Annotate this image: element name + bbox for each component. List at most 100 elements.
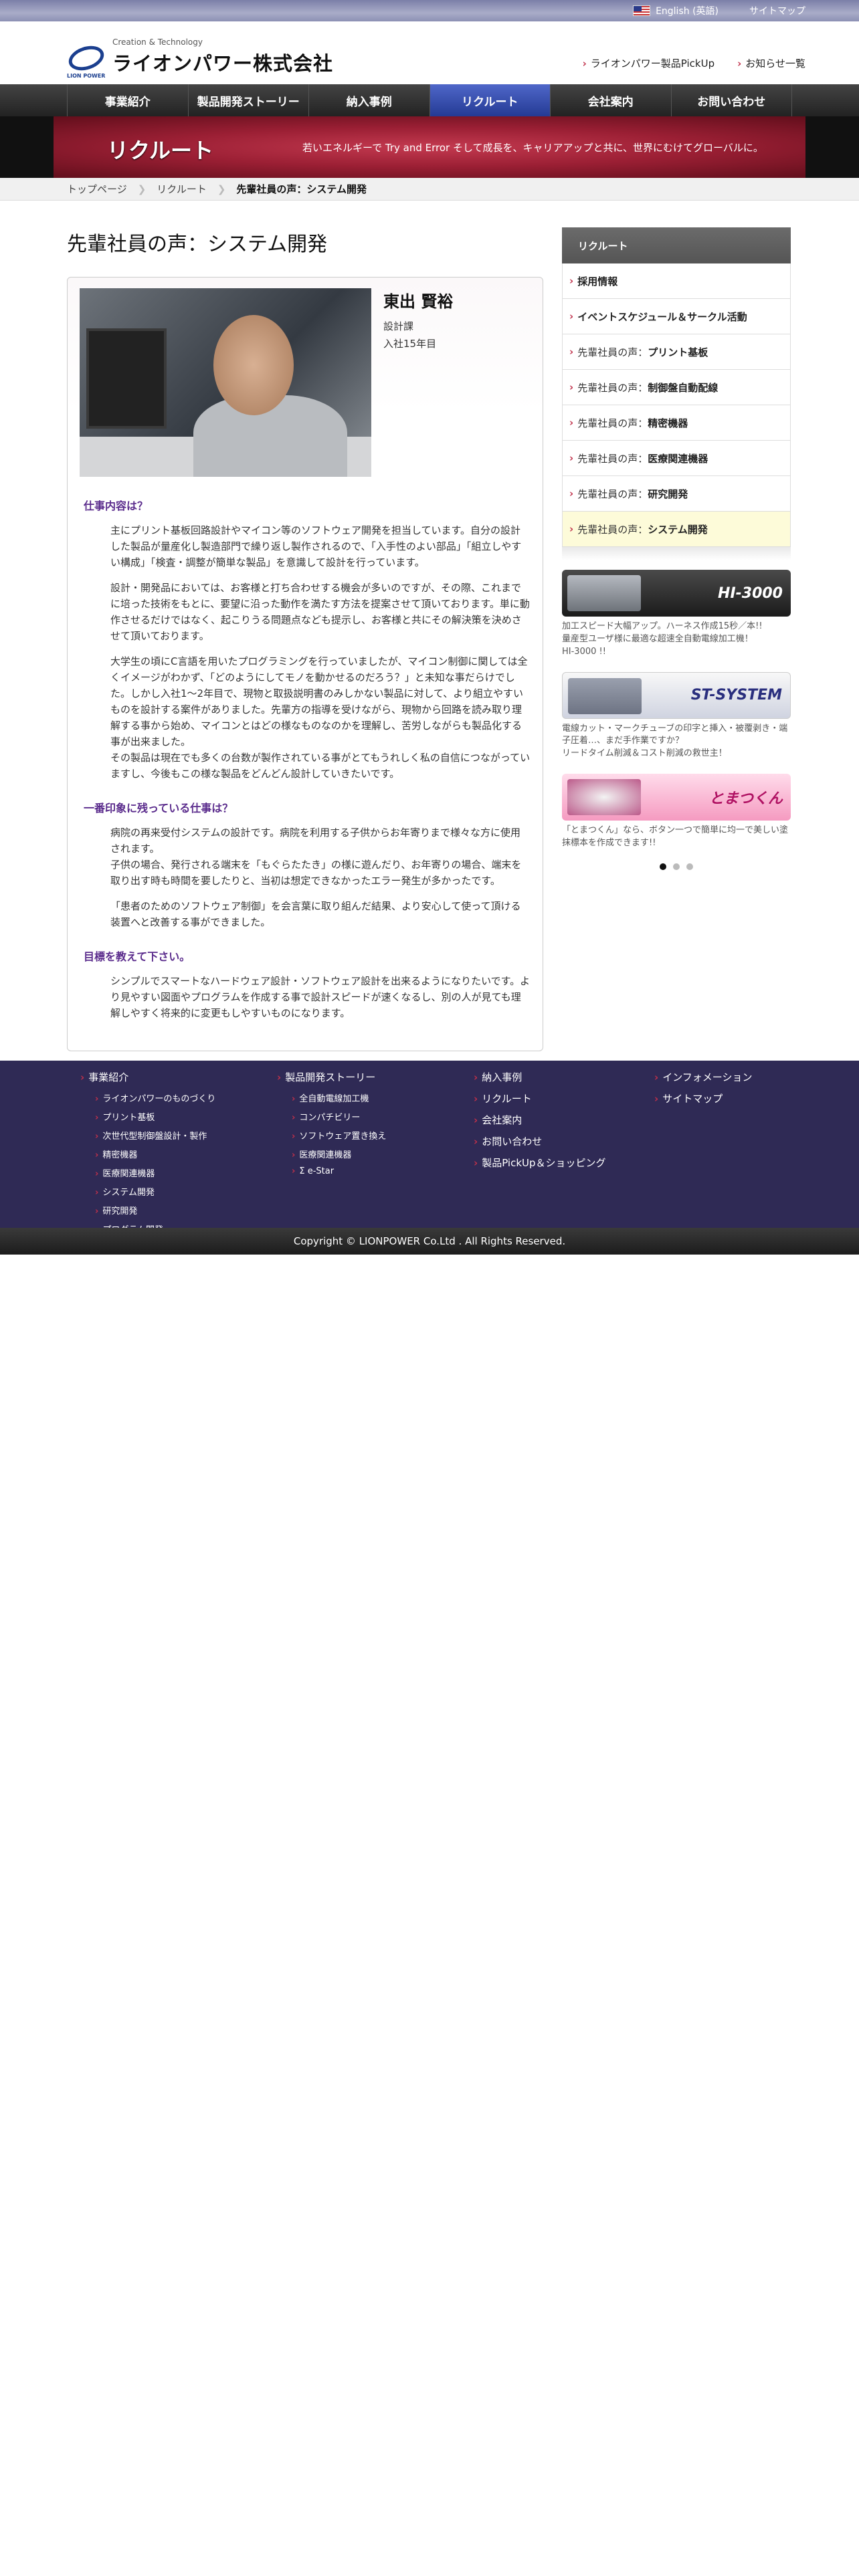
profile: 東出 賢裕 設計課 入社15年目 bbox=[80, 288, 531, 477]
nav-cases[interactable]: 納入事例 bbox=[308, 84, 430, 116]
ad-text: 電線カット・マークチューブの印字と挿入・被覆剥き・端子圧着…、まだ手作業ですか？… bbox=[562, 723, 788, 759]
sitemap-link[interactable]: サイトマップ bbox=[749, 4, 805, 17]
sidebar-item-events[interactable]: イベントスケジュール＆サークル活動 bbox=[562, 299, 791, 334]
top-utility-bar: English (英語) サイトマップ bbox=[0, 0, 859, 21]
ad-banner[interactable]: HI-3000 bbox=[562, 570, 791, 617]
breadcrumb: トップページ ❯ リクルート ❯ 先輩社員の声：システム開発 bbox=[0, 178, 859, 201]
sidebar-item-label: 採用情報 bbox=[577, 275, 618, 288]
sidebar-item-voice-pcb[interactable]: 先輩社員の声：プリント基板 bbox=[562, 334, 791, 370]
sidebar-item-voice-research[interactable]: 先輩社員の声：研究開発 bbox=[562, 476, 791, 512]
page-banner: リクルート 若いエネルギーで Try and Error そして成長を、キャリア… bbox=[0, 116, 859, 178]
english-label: English (英語) bbox=[656, 6, 719, 17]
ad-title: HI-3000 bbox=[718, 584, 783, 602]
ad-tomatsukun[interactable]: とまつくん 「とまつくん」なら、ボタン一つで簡単に均一で美しい塗抹標本を作成でき… bbox=[562, 774, 791, 850]
footer-sublink[interactable]: 医療関連機器 bbox=[292, 1148, 474, 1160]
footer-sublink[interactable]: コンパチビリー bbox=[292, 1110, 474, 1123]
nav-contact[interactable]: お問い合わせ bbox=[670, 84, 792, 116]
nav-company[interactable]: 会社案内 bbox=[550, 84, 671, 116]
sidebar-item-label: システム開発 bbox=[648, 523, 708, 536]
footer-col-misc: 納入事例 リクルート 会社案内 お問い合わせ 製品PickUp＆ショッピング bbox=[474, 1070, 654, 1241]
footer-sublink[interactable]: ライオンパワーのものづくり bbox=[95, 1091, 277, 1104]
site-footer: 事業紹介 ライオンパワーのものづくり プリント基板 次世代型制御盤設計・製作 精… bbox=[0, 1061, 859, 1235]
sidebar-item-voice-wiring[interactable]: 先輩社員の声：制御盤自動配線 bbox=[562, 370, 791, 405]
nav-recruit[interactable]: リクルート bbox=[429, 84, 550, 116]
footer-col-business: 事業紹介 ライオンパワーのものづくり プリント基板 次世代型制御盤設計・製作 精… bbox=[80, 1070, 277, 1241]
banner-subtitle: 若いエネルギーで Try and Error そして成長を、キャリアアップと共に… bbox=[302, 142, 763, 154]
carousel-dots bbox=[562, 863, 791, 870]
carousel-dot[interactable] bbox=[660, 863, 666, 870]
footer-sublink[interactable]: 精密機器 bbox=[95, 1148, 277, 1160]
employee-name: 東出 賢裕 bbox=[383, 292, 454, 311]
ad-hi3000[interactable]: HI-3000 加工スピード大幅アップ。ハーネス作成15秒／本!! 量産型ユーザ… bbox=[562, 570, 791, 659]
news-link[interactable]: お知らせ一覧 bbox=[737, 56, 805, 70]
carousel-dot[interactable] bbox=[686, 863, 693, 870]
footer-sublink[interactable]: ソフトウェア置き換え bbox=[292, 1129, 474, 1142]
sidebar-item-voice-medical[interactable]: 先輩社員の声：医療関連機器 bbox=[562, 441, 791, 476]
company-name: ライオンパワー株式会社 bbox=[112, 52, 334, 75]
sidebar-item-label: 制御盤自動配線 bbox=[648, 381, 719, 394]
section-goal: 目標を教えて下さい。 シンプルでスマートなハードウェア設計・ソフトウェア設計を出… bbox=[80, 948, 531, 1021]
footer-link[interactable]: 製品開発ストーリー bbox=[277, 1070, 474, 1084]
footer-link[interactable]: 納入事例 bbox=[474, 1070, 654, 1084]
ad-text: 「とまつくん」なら、ボタン一つで簡単に均一で美しい塗抹標本を作成できます!! bbox=[562, 825, 789, 848]
employee-dept: 設計課 bbox=[383, 320, 414, 332]
banner-title: リクルート bbox=[107, 138, 214, 163]
footer-sublink[interactable]: 全自動電線加工機 bbox=[292, 1091, 474, 1104]
page-title: 先輩社員の声：システム開発 bbox=[67, 233, 328, 256]
logo-tagline: Creation & Technology bbox=[112, 37, 203, 47]
section-job: 仕事内容は？ 主にプリント基板回路設計やマイコン等のソフトウェア開発を担当してい… bbox=[80, 497, 531, 782]
interview-card: 東出 賢裕 設計課 入社15年目 仕事内容は？ 主にプリント基板回路設計やマイコ… bbox=[67, 277, 543, 1051]
ad-st-system[interactable]: ST-SYSTEM 電線カット・マークチューブの印字と挿入・被覆剥き・端子圧着…… bbox=[562, 671, 791, 761]
sidebar: リクルート 採用情報 イベントスケジュール＆サークル活動 先輩社員の声：プリント… bbox=[562, 227, 791, 870]
footer-sublink[interactable]: 医療関連機器 bbox=[95, 1166, 277, 1179]
company-logo[interactable]: LION POWER Creation & Technology ライオンパワー… bbox=[66, 37, 334, 79]
english-link[interactable]: English (英語) bbox=[633, 4, 719, 17]
logo-sub: LION POWER bbox=[67, 73, 106, 79]
footer-link[interactable]: インフォメーション bbox=[654, 1070, 851, 1084]
section-paragraph: 大学生の頃にC言語を用いたプログラミングを行っていましたが、マイコン制御に関して… bbox=[110, 655, 531, 780]
section-paragraph: 病院の再来受付システムの設計です。病院を利用する子供からお年寄りまで様々な方に使… bbox=[110, 827, 522, 887]
uk-flag-icon bbox=[633, 5, 651, 16]
footer-sublink[interactable]: プリント基板 bbox=[95, 1110, 277, 1123]
breadcrumb-home[interactable]: トップページ bbox=[67, 182, 127, 196]
breadcrumb-current: 先輩社員の声：システム開発 bbox=[236, 183, 367, 195]
lion-power-logo-icon: LION POWER bbox=[66, 41, 107, 79]
sidebar-item-label: 研究開発 bbox=[648, 488, 688, 500]
header-links: ライオンパワー製品PickUp お知らせ一覧 bbox=[583, 56, 805, 70]
employee-years: 入社15年目 bbox=[383, 337, 437, 350]
main-content: 先輩社員の声：システム開発 東出 賢裕 設計課 入社15年目 仕事内容は？ 主に… bbox=[67, 227, 543, 1051]
global-nav: 事業紹介 製品開発ストーリー 納入事例 リクルート 会社案内 お問い合わせ bbox=[0, 84, 859, 116]
footer-sublink[interactable]: 次世代型制御盤設計・製作 bbox=[95, 1129, 277, 1142]
sidebar-item-recruit-info[interactable]: 採用情報 bbox=[562, 263, 791, 299]
sidebar-item-label: 医療関連機器 bbox=[648, 452, 708, 465]
footer-link[interactable]: サイトマップ bbox=[654, 1091, 851, 1105]
nav-business[interactable]: 事業紹介 bbox=[67, 84, 188, 116]
nav-story[interactable]: 製品開発ストーリー bbox=[187, 84, 309, 116]
footer-col-info: インフォメーション サイトマップ bbox=[654, 1070, 851, 1241]
footer-link[interactable]: 会社案内 bbox=[474, 1113, 654, 1127]
pickup-link[interactable]: ライオンパワー製品PickUp bbox=[583, 56, 714, 70]
carousel-dot[interactable] bbox=[673, 863, 680, 870]
footer-link[interactable]: 事業紹介 bbox=[80, 1070, 277, 1084]
sidebar-item-voice-system[interactable]: 先輩社員の声：システム開発 bbox=[562, 512, 791, 547]
employee-photo bbox=[80, 288, 371, 477]
footer-col-story: 製品開発ストーリー 全自動電線加工機 コンパチビリー ソフトウェア置き換え 医療… bbox=[277, 1070, 474, 1241]
sidebar-item-label: 精密機器 bbox=[648, 417, 688, 429]
breadcrumb-separator-icon: ❯ bbox=[137, 183, 147, 195]
footer-link[interactable]: 製品PickUp＆ショッピング bbox=[474, 1156, 654, 1170]
section-paragraph: 「患者のためのソフトウェア制御」を会言葉に取り組んだ結果、より安心して使って頂け… bbox=[110, 900, 521, 928]
footer-sublink[interactable]: Σ e-Star bbox=[292, 1166, 474, 1176]
sidebar-item-label: プリント基板 bbox=[648, 346, 708, 358]
footer-sublink[interactable]: システム開発 bbox=[95, 1185, 277, 1198]
copyright: Copyright © LIONPOWER Co.Ltd . All Right… bbox=[0, 1228, 859, 1255]
section-paragraph: シンプルでスマートなハードウェア設計・ソフトウェア設計を出来るようになりたいです… bbox=[110, 975, 531, 1019]
footer-link[interactable]: リクルート bbox=[474, 1091, 654, 1105]
section-heading: 目標を教えて下さい。 bbox=[84, 950, 191, 963]
section-paragraph: 設計・開発品においては、お客様と打ち合わせする機会が多いのですが、その際、これま… bbox=[110, 582, 530, 642]
footer-sublink[interactable]: 研究開発 bbox=[95, 1204, 277, 1216]
breadcrumb-recruit[interactable]: リクルート bbox=[157, 182, 207, 196]
sidebar-item-voice-precision[interactable]: 先輩社員の声：精密機器 bbox=[562, 405, 791, 441]
ad-banner[interactable]: とまつくん bbox=[562, 774, 791, 821]
ad-banner[interactable]: ST-SYSTEM bbox=[562, 671, 791, 719]
footer-link[interactable]: お問い合わせ bbox=[474, 1134, 654, 1148]
